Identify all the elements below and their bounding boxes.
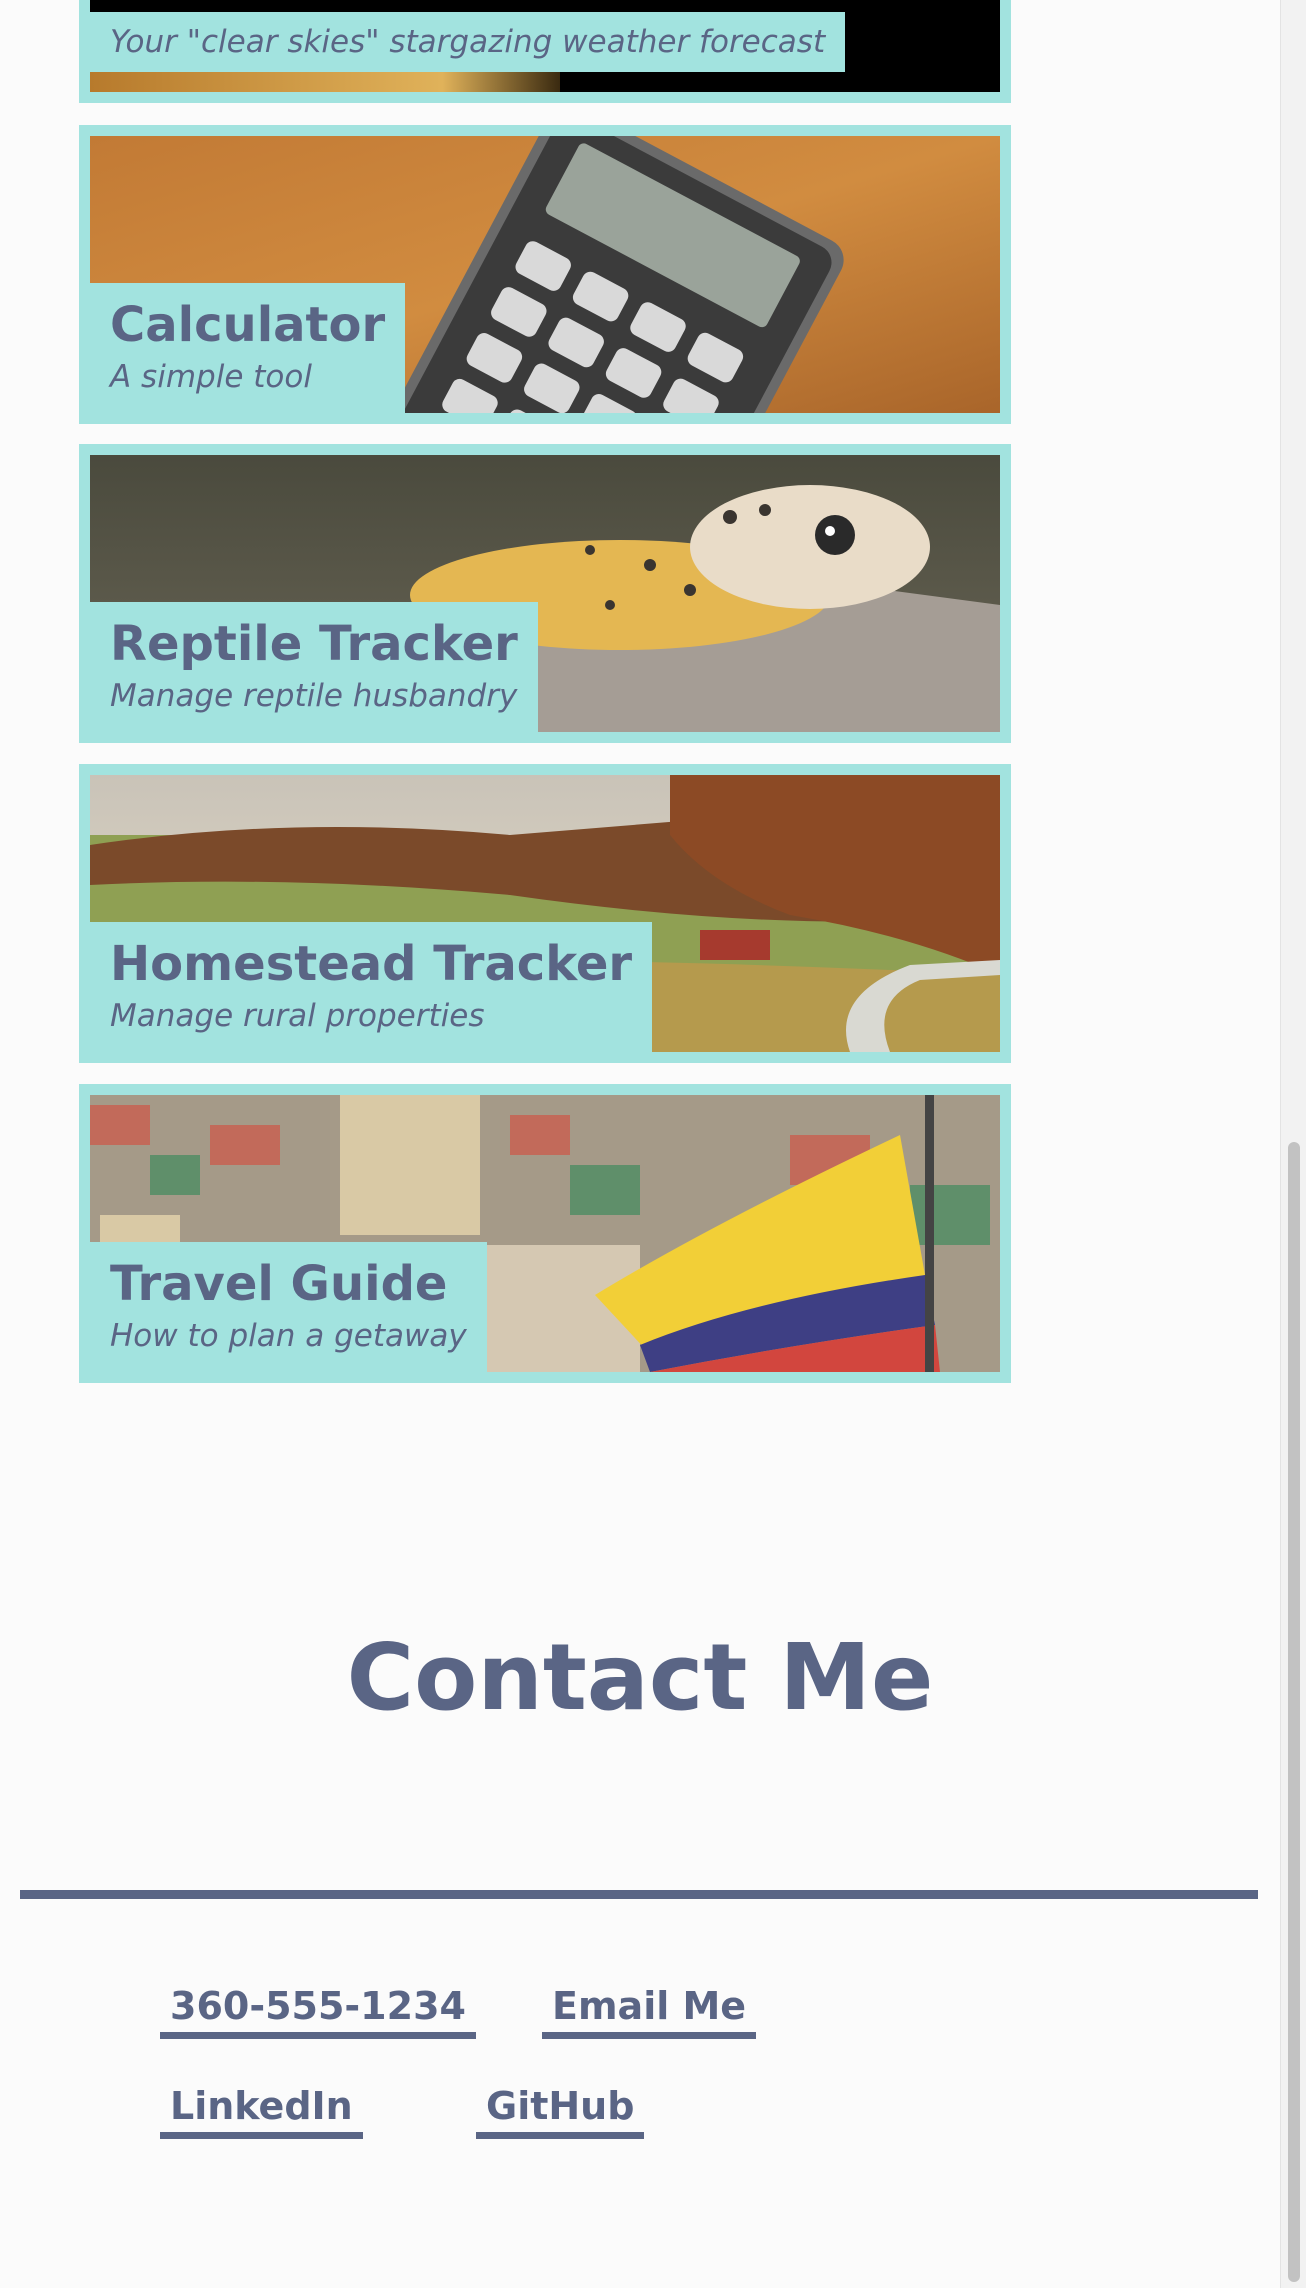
email-link[interactable]: Email Me xyxy=(542,1980,757,2039)
card-subtitle: Manage rural properties xyxy=(110,998,485,1034)
project-card-travel-guide[interactable]: Travel Guide How to plan a getaway xyxy=(79,1084,1011,1383)
card-label: Calculator A simple tool xyxy=(90,283,406,413)
phone-link[interactable]: 360-555-1234 xyxy=(160,1980,476,2039)
card-title: Reptile Tracker xyxy=(110,616,518,672)
github-link[interactable]: GitHub xyxy=(476,2080,645,2139)
card-label: Reptile Tracker Manage reptile husbandry xyxy=(90,602,538,732)
page-scrollbar[interactable] xyxy=(1280,0,1306,2288)
contact-heading: Contact Me xyxy=(346,1624,934,1731)
card-label: Your "clear skies" stargazing weather fo… xyxy=(90,12,846,72)
project-card-reptile-tracker[interactable]: Reptile Tracker Manage reptile husbandry xyxy=(79,444,1011,743)
linkedin-link[interactable]: LinkedIn xyxy=(160,2080,363,2139)
card-label: Travel Guide How to plan a getaway xyxy=(90,1242,487,1372)
project-card-homestead-tracker[interactable]: Homestead Tracker Manage rural propertie… xyxy=(79,764,1011,1063)
card-label: Homestead Tracker Manage rural propertie… xyxy=(90,922,653,1052)
card-title: Calculator xyxy=(110,297,386,353)
scrollbar-thumb[interactable] xyxy=(1288,1142,1300,2282)
card-subtitle: A simple tool xyxy=(110,359,312,395)
card-title: Homestead Tracker xyxy=(110,936,633,992)
project-card-calculator[interactable]: Calculator A simple tool xyxy=(79,125,1011,424)
footer-divider xyxy=(20,1890,1258,1899)
project-card-stargazing[interactable]: Your "clear skies" stargazing weather fo… xyxy=(79,0,1011,103)
card-title: Travel Guide xyxy=(110,1256,448,1312)
card-subtitle: Manage reptile husbandry xyxy=(110,678,518,714)
card-subtitle: Your "clear skies" stargazing weather fo… xyxy=(110,24,826,60)
card-subtitle: How to plan a getaway xyxy=(110,1318,467,1354)
